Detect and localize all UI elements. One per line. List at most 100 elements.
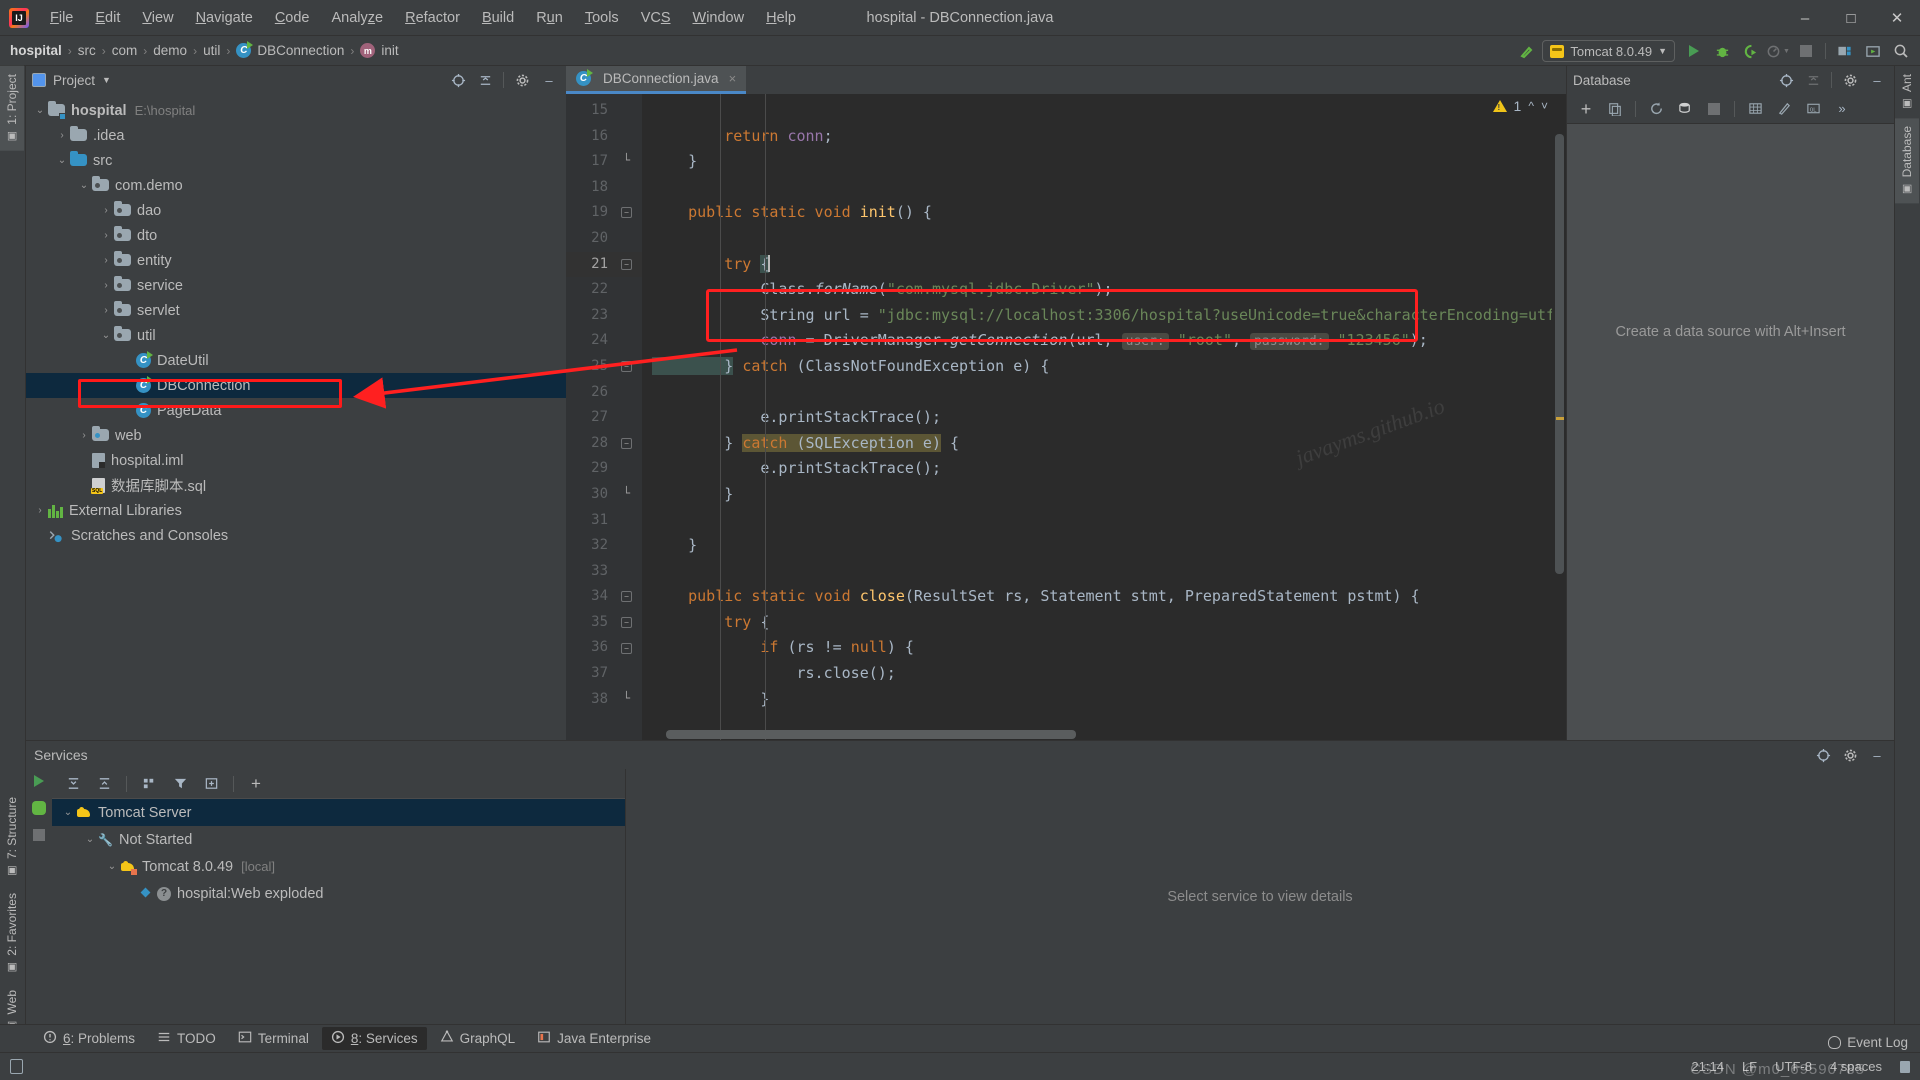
scroll-from-source-icon[interactable]	[1810, 743, 1836, 767]
tree-node-entity[interactable]: › entity	[26, 248, 566, 273]
line-number-29[interactable]: 29	[566, 456, 642, 482]
fold-marker[interactable]: −	[621, 258, 632, 270]
expand-arrow-icon[interactable]: ›	[32, 505, 48, 516]
menu-help[interactable]: Help	[755, 6, 807, 30]
line-separator-widget[interactable]: LF	[1742, 1059, 1757, 1074]
breadcrumb-item-src[interactable]: src	[78, 43, 96, 58]
scroll-from-source-icon[interactable]	[1773, 68, 1799, 92]
expand-arrow-icon[interactable]: ›	[98, 230, 114, 241]
filter-icon[interactable]	[167, 772, 193, 796]
tree-node-dbconnection[interactable]: >CDBConnection	[26, 373, 566, 398]
tree-node-hospitaliml[interactable]: >hospital.iml	[26, 448, 566, 473]
tree-node-comdemo[interactable]: ⌄ com.demo	[26, 173, 566, 198]
table-view-icon[interactable]	[1742, 97, 1768, 121]
project-structure-icon[interactable]	[1832, 39, 1858, 63]
chevron-down-icon[interactable]: ▼	[102, 75, 111, 85]
expand-arrow-icon[interactable]: ›	[98, 305, 114, 316]
hide-panel-icon[interactable]: –	[1864, 743, 1890, 767]
tree-node-util[interactable]: ⌄ util	[26, 323, 566, 348]
code-line-20[interactable]	[642, 226, 1566, 252]
menu-navigate[interactable]: Navigate	[185, 6, 264, 30]
toolwindow-button-graphql[interactable]: GraphQL	[431, 1027, 525, 1050]
close-button[interactable]: ✕	[1874, 0, 1920, 36]
hide-panel-icon[interactable]: –	[1864, 68, 1890, 92]
line-number-32[interactable]: 32	[566, 533, 642, 559]
fold-marker[interactable]: −	[621, 617, 632, 628]
memory-indicator-icon[interactable]	[10, 1059, 23, 1074]
warning-marker[interactable]	[1556, 417, 1564, 420]
code-line-22[interactable]: Class.forName("com.mysql.jdbc.Driver");	[642, 277, 1566, 303]
minimize-button[interactable]: –	[1782, 0, 1828, 36]
line-number-22[interactable]: 22	[566, 277, 642, 303]
fold-marker[interactable]: └	[621, 154, 632, 167]
code-line-15[interactable]	[642, 98, 1566, 124]
code-line-19[interactable]: public static void init() {	[642, 200, 1566, 226]
expand-arrow-icon[interactable]: ›	[98, 205, 114, 216]
line-number-20[interactable]: 20	[566, 226, 642, 252]
expand-arrow-icon[interactable]: ⌄	[54, 155, 70, 166]
service-node-tomcat8049[interactable]: ⌄ Tomcat 8.0.49 [local]	[52, 853, 625, 880]
code-content[interactable]: return conn; } public static void init()…	[642, 94, 1566, 740]
expand-arrow-icon[interactable]: ⌄	[98, 330, 114, 341]
tree-node-web[interactable]: › web	[26, 423, 566, 448]
run-with-coverage-button[interactable]	[1737, 39, 1763, 63]
debug-service-icon[interactable]	[32, 801, 46, 815]
edit-icon[interactable]	[1771, 97, 1797, 121]
code-line-25[interactable]: } catch (ClassNotFoundException e) {	[642, 354, 1566, 380]
more-icon[interactable]: »	[1829, 97, 1855, 121]
code-line-18[interactable]	[642, 175, 1566, 201]
fold-marker[interactable]: −	[621, 642, 632, 654]
tree-node-sql[interactable]: >数据库脚本.sql	[26, 473, 566, 498]
tool-strip-project[interactable]: ▣ 1: Project	[0, 66, 24, 151]
update-app-icon[interactable]	[1860, 39, 1886, 63]
code-line-24[interactable]: conn = DriverManager.getConnection(url, …	[642, 328, 1566, 354]
refresh-icon[interactable]	[1643, 97, 1669, 121]
scroll-from-source-icon[interactable]	[445, 68, 471, 92]
tree-node-externallibraries[interactable]: › External Libraries	[26, 498, 566, 523]
tool-strip-database[interactable]: ▣ Database	[1895, 118, 1919, 204]
service-node-notstarted[interactable]: ⌄ 🔧 Not Started	[52, 826, 625, 853]
maximize-button[interactable]: □	[1828, 0, 1874, 36]
stop-button[interactable]	[1793, 39, 1819, 63]
code-line-31[interactable]	[642, 508, 1566, 534]
code-line-38[interactable]: }	[642, 687, 1566, 713]
next-issue-icon[interactable]: ˅	[1541, 99, 1548, 113]
tree-node-dao[interactable]: › dao	[26, 198, 566, 223]
event-log-widget[interactable]: Event Log	[1828, 1035, 1908, 1050]
query-console-icon[interactable]: QL	[1800, 97, 1826, 121]
breadcrumb-item-dbconnection[interactable]: C DBConnection	[236, 41, 344, 58]
breadcrumb-item-hospital[interactable]: hospital	[10, 43, 62, 58]
line-number-33[interactable]: 33	[566, 559, 642, 585]
service-node-hospitalwebexploded[interactable]: >?hospital:Web exploded	[52, 880, 625, 907]
lock-icon[interactable]	[1900, 1060, 1910, 1073]
code-line-30[interactable]: }	[642, 482, 1566, 508]
services-tree[interactable]: ⌄ Tomcat Server ⌄ 🔧 Not Started ⌄ Tomcat 8.0.4…	[52, 799, 625, 1024]
add-data-source-icon[interactable]: +	[1573, 97, 1599, 121]
line-number-31[interactable]: 31	[566, 508, 642, 534]
previous-issue-icon[interactable]: ^	[1528, 99, 1534, 113]
menu-refactor[interactable]: Refactor	[394, 6, 471, 30]
editor-marker-bar[interactable]	[1552, 94, 1566, 740]
encoding-widget[interactable]: UTF-8	[1775, 1059, 1812, 1074]
gear-icon[interactable]	[1837, 68, 1863, 92]
add-frame-icon[interactable]	[198, 772, 224, 796]
search-everywhere-icon[interactable]	[1888, 39, 1914, 63]
tree-node-scratchesandconsoles[interactable]: >Scratches and Consoles	[26, 523, 566, 548]
tool-strip-structure[interactable]: ▣ 7: Structure	[0, 789, 24, 885]
breadcrumb-item-init[interactable]: m init	[360, 43, 399, 58]
tree-node-servlet[interactable]: › servlet	[26, 298, 566, 323]
menu-analyze[interactable]: Analyze	[321, 6, 395, 30]
line-number-15[interactable]: 15	[566, 98, 642, 124]
tree-node-dto[interactable]: › dto	[26, 223, 566, 248]
tree-node-src[interactable]: ⌄ src	[26, 148, 566, 173]
fold-marker[interactable]: −	[621, 361, 632, 372]
stop-icon[interactable]	[1701, 97, 1727, 121]
menu-code[interactable]: Code	[264, 6, 321, 30]
line-number-18[interactable]: 18	[566, 175, 642, 201]
editor-vertical-scrollbar[interactable]	[1555, 134, 1564, 574]
code-line-17[interactable]: }	[642, 149, 1566, 175]
tree-node-idea[interactable]: › .idea	[26, 123, 566, 148]
inspection-widget[interactable]: 1 ^ ˅	[1492, 98, 1548, 114]
line-number-gutter[interactable]: 15 16 └ 17 18−19 20−21 22 23 24−25 26 27−28 29 └ 30 31…	[566, 94, 642, 740]
fold-marker[interactable]: −	[621, 437, 632, 449]
